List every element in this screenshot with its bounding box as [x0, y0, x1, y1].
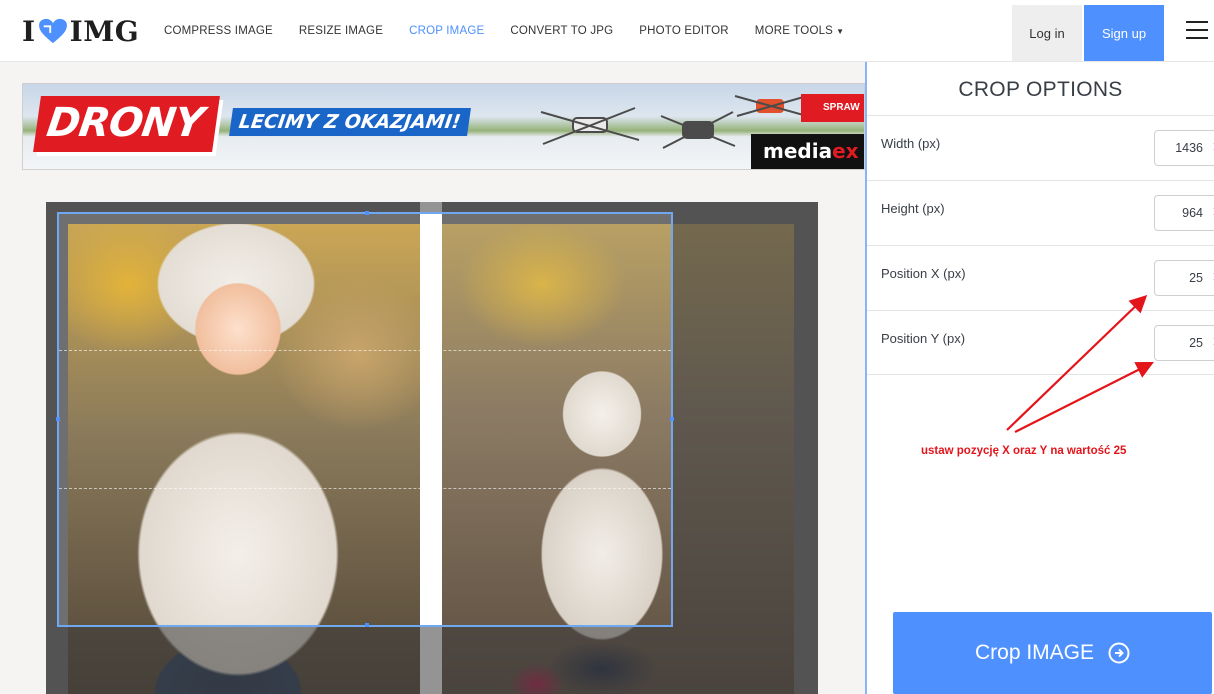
height-label: Height (px) [881, 201, 945, 216]
login-button[interactable]: Log in [1012, 5, 1082, 61]
nav-compress-image[interactable]: COMPRESS IMAGE [164, 25, 273, 37]
banner-headline: DRONY [33, 96, 221, 152]
nav-resize-image[interactable]: RESIZE IMAGE [299, 25, 383, 37]
top-header: I IMG COMPRESS IMAGE RESIZE IMAGE CROP I… [0, 0, 1214, 62]
banner-brand-suffix: ex [832, 139, 859, 163]
nav-crop-image[interactable]: CROP IMAGE [409, 25, 484, 37]
heart-icon [38, 18, 67, 44]
position-x-input[interactable] [1154, 260, 1214, 296]
banner-tagline: LECIMY Z OKAZJAMI! [229, 108, 471, 136]
crop-handle-right[interactable] [670, 417, 674, 421]
crop-shade-bottom [46, 627, 673, 694]
signup-button[interactable]: Sign up [1084, 5, 1164, 61]
nav-photo-editor[interactable]: PHOTO EDITOR [639, 25, 729, 37]
crop-shade-right [673, 202, 818, 694]
option-row-height: Height (px) ▲▼ [867, 180, 1214, 245]
crop-guide-line-top [59, 350, 671, 351]
logo-letter-i: I [22, 14, 36, 48]
crop-button-label: Crop IMAGE [974, 641, 1095, 664]
logo[interactable]: I IMG [22, 14, 140, 48]
crop-handle-left[interactable] [56, 417, 60, 421]
crop-options-sidebar: CROP OPTIONS Width (px) ▲▼ Height (px) ▲… [865, 62, 1214, 694]
option-row-width: Width (px) ▲▼ [867, 115, 1214, 180]
crop-image-button[interactable]: Crop IMAGE [893, 612, 1212, 694]
hamburger-icon[interactable] [1186, 21, 1208, 39]
nav-convert-to-jpg[interactable]: CONVERT TO JPG [510, 25, 613, 37]
logo-text-img: IMG [69, 14, 140, 48]
crop-guide-line-bottom [59, 488, 671, 489]
banner-brand-prefix: media [763, 139, 833, 163]
caret-down-icon: ▼ [836, 27, 845, 36]
crop-shade-left [46, 202, 57, 627]
main-nav: COMPRESS IMAGE RESIZE IMAGE CROP IMAGE C… [164, 0, 870, 62]
width-label: Width (px) [881, 136, 941, 151]
option-row-position-x: Position X (px) ▲▼ [867, 245, 1214, 310]
ad-banner[interactable]: DRONY LECIMY Z OKAZJAMI! SPRAW mediaex [22, 83, 865, 170]
arrow-right-circle-icon [1108, 642, 1130, 664]
nav-more-tools[interactable]: MORE TOOLS ▼ [755, 25, 844, 37]
sidebar-title: CROP OPTIONS [958, 78, 1123, 101]
position-y-label: Position Y (px) [881, 331, 966, 346]
crop-handle-top[interactable] [365, 211, 369, 215]
crop-handle-bottom[interactable] [365, 623, 369, 627]
position-x-label: Position X (px) [881, 266, 966, 281]
height-input[interactable] [1154, 195, 1214, 231]
width-input[interactable] [1154, 130, 1214, 166]
banner-corner-text: SPRAW [801, 94, 864, 122]
position-y-input[interactable] [1154, 325, 1214, 361]
option-row-position-y: Position Y (px) ▲▼ [867, 310, 1214, 375]
annotation-text: ustaw pozycję X oraz Y na wartość 25 [921, 445, 1127, 457]
banner-brand: mediaex [751, 134, 864, 169]
nav-more-tools-label: MORE TOOLS [754, 25, 834, 37]
crop-selection-box[interactable] [56, 211, 674, 627]
